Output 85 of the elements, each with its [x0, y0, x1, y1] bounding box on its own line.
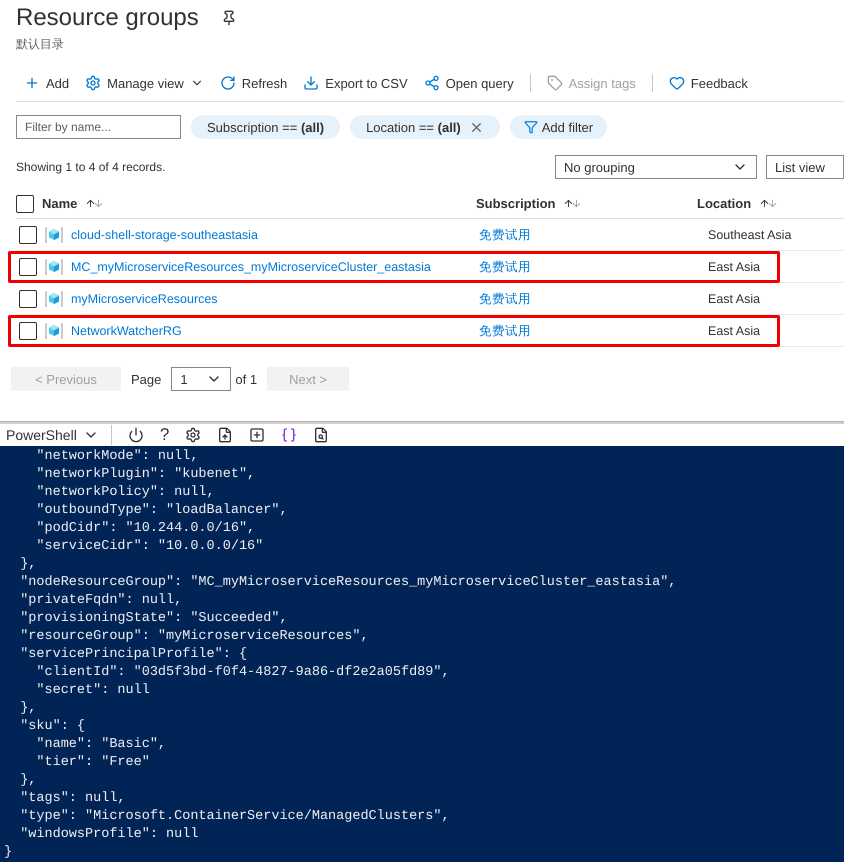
terminal-line: "podCidr": "10.244.0.0/16",	[35, 520, 256, 538]
filter-pill[interactable]: Subscription == (all)	[191, 115, 340, 139]
terminal-line: "outboundType": "loadBalancer",	[35, 502, 288, 520]
toolbar-button[interactable]: Refresh	[220, 73, 288, 93]
terminal-line: "serviceCidr": "10.0.0.0/16"	[35, 538, 264, 556]
terminal-line: "windowsProfile": null	[19, 826, 198, 844]
location-cell-text: East Asia	[708, 324, 762, 338]
column-header[interactable]: Subscription	[476, 196, 697, 211]
help-button[interactable]: ?	[160, 424, 170, 445]
toolbar-button[interactable]: Export to CSV	[303, 73, 408, 93]
terminal-line: "networkPolicy": null,	[35, 484, 215, 502]
terminal-line: "clientId": "03d5f3bd-f0f4-4827-9a86-df2e2a05fd89",	[35, 664, 450, 682]
settings-icon	[85, 75, 102, 91]
refresh-icon	[220, 75, 236, 91]
terminal-line: },	[19, 772, 36, 790]
page-label: Page	[131, 372, 162, 386]
terminal-line: "tier": "Free"	[35, 754, 150, 772]
resource-group-link[interactable]: cloud-shell-storage-southeastasia	[71, 228, 258, 242]
resource-group-link[interactable]: NetworkWatcherRG	[71, 324, 182, 338]
column-header[interactable]: Location	[697, 196, 844, 211]
new-window-icon[interactable]	[249, 426, 266, 443]
subscription-link[interactable]: 免费试用	[479, 322, 531, 340]
add-icon	[24, 75, 40, 91]
grouping-dropdown[interactable]: No grouping	[555, 155, 757, 179]
settings-icon[interactable]	[185, 426, 202, 443]
page-title: Resource groups	[16, 4, 199, 32]
location-cell-text: East Asia	[708, 260, 762, 274]
records-summary: Showing 1 to 4 of 4 records.	[16, 160, 166, 174]
filter-icon	[524, 120, 538, 134]
row-checkbox[interactable]	[19, 290, 37, 308]
subscription-link[interactable]: 免费试用	[479, 258, 531, 276]
row-checkbox[interactable]	[19, 226, 37, 244]
toolbar-button[interactable]: Open query	[424, 73, 514, 93]
file-upload-icon[interactable]	[217, 426, 234, 443]
resource-group-icon	[45, 322, 63, 340]
power-icon[interactable]	[128, 426, 144, 443]
terminal-line: "resourceGroup": "myMicroserviceResources",	[19, 628, 369, 646]
page-subtitle: 默认目录	[16, 36, 65, 53]
download-icon	[303, 75, 320, 91]
location-cell-text: East Asia	[708, 292, 762, 306]
row-checkbox[interactable]	[19, 322, 37, 340]
sort-icon[interactable]	[759, 198, 778, 209]
select-all-checkbox[interactable]	[16, 194, 34, 212]
toolbar-button[interactable]: Manage view	[85, 73, 204, 93]
page-dropdown[interactable]: 1	[171, 367, 232, 391]
terminal-line: "type": "Microsoft.ContainerService/ManagedClusters",	[19, 808, 450, 826]
resource-group-link[interactable]: MC_myMicroserviceResources_myMicroserviceCluster_eastasia	[71, 260, 431, 274]
filter-field[interactable]: Filter by name...	[16, 115, 181, 139]
resource-group-icon	[45, 226, 63, 244]
nodes-icon	[424, 75, 440, 91]
terminal-line: "tags": null,	[19, 790, 126, 808]
toolbar-button[interactable]: Feedback	[668, 73, 748, 93]
location-cell: Southeast Asia	[708, 228, 792, 242]
terminal-line: "name": "Basic",	[35, 736, 166, 754]
column-header[interactable]: Name	[42, 196, 104, 211]
terminal-line: "secret": null	[35, 682, 150, 700]
resource-group-link[interactable]: myMicroserviceResources	[71, 292, 218, 306]
sort-icon[interactable]	[85, 198, 104, 209]
subscription-link[interactable]: 免费试用	[479, 290, 531, 308]
terminal-line: "networkPlugin": "kubenet",	[35, 466, 256, 484]
page-count: of 1	[235, 372, 258, 386]
pin-icon[interactable]	[220, 10, 237, 26]
row-checkbox[interactable]	[19, 258, 37, 276]
terminal-line: "privateFqdn": null,	[19, 592, 182, 610]
terminal-line: "servicePrincipalProfile": {	[19, 646, 248, 664]
resource-group-icon	[45, 290, 63, 308]
terminal-line: "sku": {	[19, 718, 86, 736]
toolbar-button[interactable]: Add	[24, 73, 70, 93]
add-filter-button[interactable]: Add filter	[510, 115, 608, 139]
terminal-line: }	[4, 844, 12, 862]
braces-icon[interactable]	[281, 426, 298, 443]
file-search-icon[interactable]	[313, 426, 330, 443]
sort-icon[interactable]	[563, 198, 582, 209]
filter-pill[interactable]: Location == (all)	[350, 115, 500, 139]
resource-group-icon	[45, 258, 63, 276]
heart-icon	[668, 75, 685, 91]
terminal-line: },	[19, 700, 36, 718]
terminal-line: "nodeResourceGroup": "MC_myMicroserviceResources_myMicroserviceCluster_eastasia",	[19, 574, 676, 592]
terminal-line: },	[19, 556, 36, 574]
view-dropdown[interactable]: List view	[766, 155, 844, 179]
terminal-line: "networkMode": null,	[35, 448, 198, 466]
subscription-link[interactable]: 免费试用	[479, 226, 531, 244]
shell-dropdown[interactable]: PowerShell	[6, 426, 99, 443]
terminal-line: "provisioningState": "Succeeded",	[19, 610, 288, 628]
tag-icon	[546, 75, 563, 91]
